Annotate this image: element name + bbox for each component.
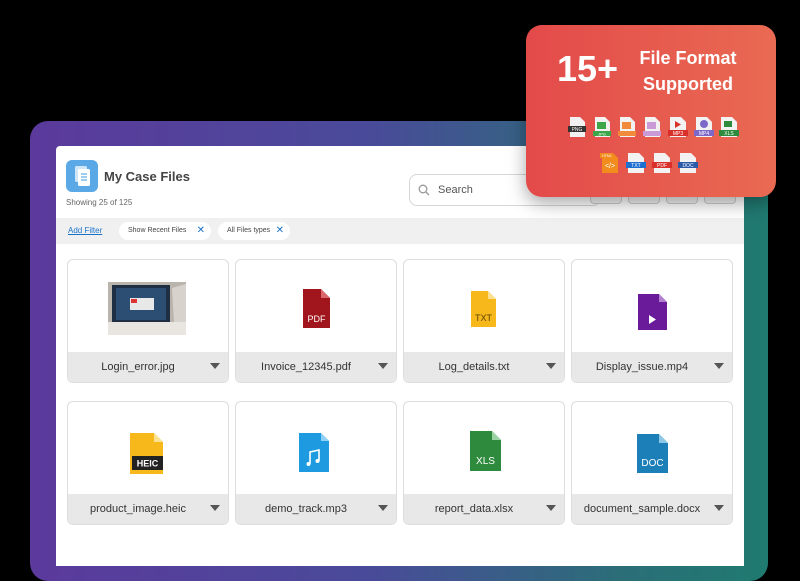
badge-caption-line2: Supported (643, 74, 733, 94)
svg-text:PNG: PNG (572, 127, 583, 133)
file-card[interactable]: PDF Invoice_12345.pdf (235, 259, 397, 383)
search-icon (418, 183, 430, 201)
file-card-footer: Invoice_12345.pdf (236, 352, 396, 382)
svg-text:PDF: PDF (657, 163, 667, 169)
png-format-icon: PNG (568, 117, 586, 137)
chevron-down-icon[interactable] (210, 363, 220, 369)
pdf-format-icon: PDF (652, 153, 672, 173)
badge-caption: File Format Supported (634, 45, 742, 97)
file-name: Display_issue.mp4 (595, 361, 689, 373)
mp3-format-icon: MP3 (668, 117, 688, 137)
chevron-down-icon[interactable] (378, 363, 388, 369)
filter-chip-label: All Files types (227, 227, 271, 234)
file-card[interactable]: demo_track.mp3 (235, 401, 397, 525)
add-filter-link[interactable]: Add Filter (68, 226, 102, 235)
file-card[interactable]: HEIC product_image.heic (67, 401, 229, 525)
chevron-down-icon[interactable] (546, 505, 556, 511)
close-icon[interactable]: ✕ (276, 222, 284, 240)
file-card-footer: Log_details.txt (404, 352, 564, 382)
file-card[interactable]: TXT Log_details.txt (403, 259, 565, 383)
folder-app-icon (66, 160, 98, 192)
heic-file-icon: HEIC (68, 402, 228, 494)
file-card-footer: report_data.xlsx (404, 494, 564, 524)
file-manager-panel: My Case Files Showing 25 of 125 Add Filt… (56, 146, 744, 566)
filter-bar: Add Filter Show Recent Files ✕ All Files… (56, 218, 744, 244)
file-count: Showing 25 of 125 (66, 198, 133, 207)
image-thumbnail (68, 260, 228, 352)
file-name: report_data.xlsx (434, 503, 514, 515)
svg-text:</>: </> (605, 163, 615, 170)
page-title: My Case Files (104, 169, 190, 184)
svg-text:MP3: MP3 (673, 131, 684, 137)
file-name: demo_track.mp3 (265, 503, 347, 515)
file-type-label: TXT (475, 313, 493, 323)
svg-text:TXT: TXT (631, 163, 640, 169)
file-card-footer: document_sample.docx (572, 494, 732, 524)
txt-format-icon: TXT (626, 153, 646, 173)
file-name: Login_error.jpg (101, 361, 175, 373)
svg-text:DOC: DOC (682, 163, 694, 169)
jpg-format-icon: JPG (593, 117, 611, 137)
file-type-label: XLS (476, 456, 495, 467)
file-format-icon (643, 117, 661, 137)
video-file-icon (572, 260, 732, 352)
svg-text:MP4: MP4 (699, 131, 710, 137)
file-card-footer: Login_error.jpg (68, 352, 228, 382)
file-card-footer: product_image.heic (68, 494, 228, 524)
chevron-down-icon[interactable] (714, 363, 724, 369)
close-icon[interactable]: ✕ (197, 222, 205, 240)
filter-chip-types[interactable]: All Files types ✕ (218, 222, 290, 240)
format-support-badge: 15+ File Format Supported PNG JPG MP3 MP… (526, 25, 776, 197)
svg-text:XLS: XLS (724, 131, 734, 137)
file-name: Invoice_12345.pdf (261, 361, 351, 373)
file-card[interactable]: DOC document_sample.docx (571, 401, 733, 525)
file-card[interactable]: XLS report_data.xlsx (403, 401, 565, 525)
xls-file-icon: XLS (404, 402, 564, 494)
filter-chip-label: Show Recent Files (128, 227, 187, 234)
badge-caption-line1: File Format (639, 48, 737, 68)
chevron-down-icon[interactable] (378, 505, 388, 511)
svg-text:HTML: HTML (602, 154, 612, 158)
xls-format-icon: XLS (719, 117, 739, 137)
file-card-footer: Display_issue.mp4 (572, 352, 732, 382)
file-type-label: HEIC (137, 459, 159, 469)
format-count: 15+ (557, 48, 619, 89)
svg-text:JPG: JPG (598, 131, 606, 136)
file-card[interactable]: Login_error.jpg (67, 259, 229, 383)
file-type-label: PDF (308, 314, 327, 324)
file-name: document_sample.docx (583, 503, 701, 515)
mp4-format-icon: MP4 (694, 117, 714, 137)
txt-file-icon: TXT (404, 260, 564, 352)
doc-format-icon: DOC (678, 153, 698, 173)
file-type-label: DOC (641, 458, 663, 469)
filter-chip-recent[interactable]: Show Recent Files ✕ (119, 222, 211, 240)
pdf-file-icon: PDF (236, 260, 396, 352)
html-format-icon: HTML </> (600, 153, 618, 173)
chevron-down-icon[interactable] (714, 505, 724, 511)
file-card-footer: demo_track.mp3 (236, 494, 396, 524)
chevron-down-icon[interactable] (546, 363, 556, 369)
doc-file-icon: DOC (572, 402, 732, 494)
chevron-down-icon[interactable] (210, 505, 220, 511)
file-name: Log_details.txt (438, 361, 510, 373)
image-format-icon (618, 117, 636, 137)
file-grid: Login_error.jpg PDF Invoice_12345.pdf TX… (56, 244, 744, 566)
file-name: product_image.heic (89, 503, 186, 515)
audio-file-icon (236, 402, 396, 494)
file-card[interactable]: Display_issue.mp4 (571, 259, 733, 383)
